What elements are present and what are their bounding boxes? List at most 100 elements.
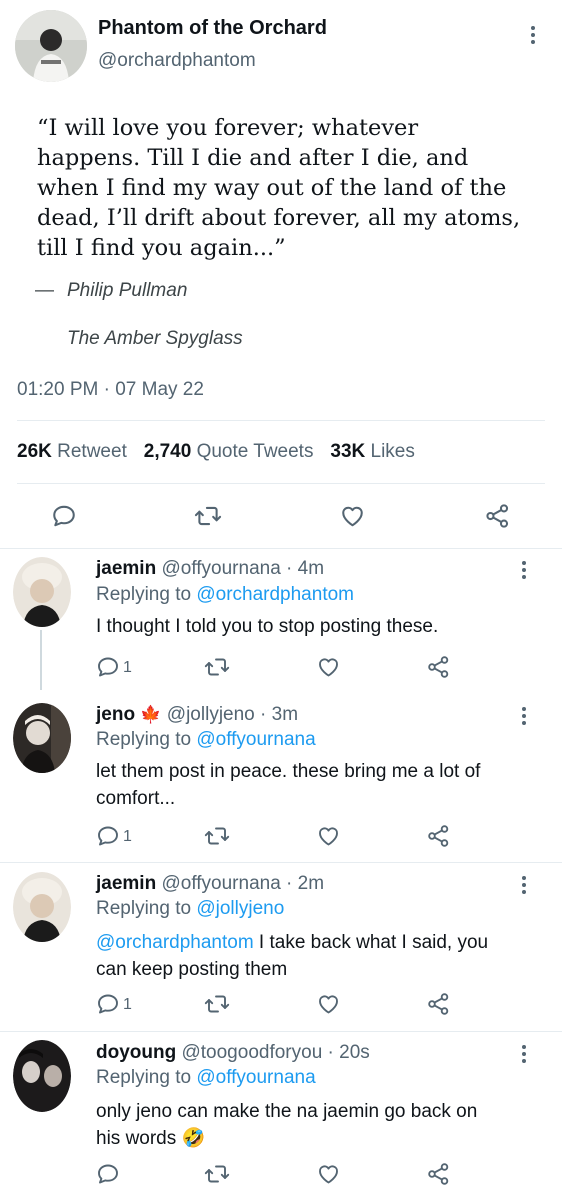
reply-header: jaemin @offyournana · 4m [96, 558, 324, 580]
reply-count: 1 [123, 828, 132, 845]
likes-stat[interactable]: 33K Likes [330, 441, 415, 462]
author-name[interactable]: Phantom of the Orchard [98, 17, 327, 40]
reply-body: @orchardphantom I take back what I said,… [96, 929, 488, 983]
divider [17, 420, 545, 421]
retweet-icon[interactable] [204, 1162, 230, 1191]
reply-body-line: can keep posting them [96, 959, 288, 980]
replying-to-link[interactable]: @offyournana [196, 1067, 315, 1088]
reply-body-line: only jeno can make the na jaemin go back… [96, 1101, 478, 1122]
replying-to: Replying to @offyournana [96, 1067, 316, 1089]
share-icon[interactable] [426, 1162, 451, 1191]
reply-tweet[interactable]: jeno 🍁 @jollyjeno · 3m Replying to @offy… [0, 694, 562, 854]
replying-to: Replying to @orchardphantom [96, 584, 354, 606]
reply-icon[interactable] [96, 655, 120, 684]
reply-tweet[interactable]: doyoung @toogoodforyou · 20s Replying to… [0, 1032, 562, 1200]
retweet-icon[interactable] [194, 503, 222, 534]
reply-handle-time[interactable]: @offyournana · 2m [161, 873, 324, 894]
quotes-label: Quote Tweets [196, 441, 314, 462]
replying-prefix: Replying to [96, 729, 197, 750]
more-vertical-icon[interactable] [521, 707, 527, 725]
replying-prefix: Replying to [96, 898, 197, 919]
replying-prefix: Replying to [96, 1067, 197, 1088]
avatar[interactable] [13, 872, 71, 942]
tweet-timestamp[interactable]: 01:20 PM · 07 May 22 [17, 379, 204, 401]
reply-body-line: I thought I told you to stop posting the… [96, 616, 439, 637]
avatar[interactable] [13, 703, 71, 773]
quote-line: when I find my way out of the land of th… [37, 175, 507, 201]
reply-body: only jeno can make the na jaemin go back… [96, 1098, 477, 1152]
reply-body-line: @orchardphantom I take back what I said,… [96, 929, 488, 956]
quote-author: Philip Pullman [67, 280, 188, 301]
share-icon[interactable] [426, 824, 451, 853]
reply-count: 1 [123, 996, 132, 1013]
reply-icon[interactable] [96, 824, 120, 853]
share-icon[interactable] [426, 655, 451, 684]
heart-icon[interactable] [316, 824, 341, 853]
more-vertical-icon[interactable] [521, 561, 527, 579]
share-icon[interactable] [484, 503, 511, 534]
avatar[interactable] [13, 1040, 71, 1112]
reply-tweet[interactable]: jaemin @offyournana · 2m Replying to @jo… [0, 863, 562, 1023]
quote-line: “I will love you forever; whatever [37, 115, 419, 141]
reply-author-name[interactable]: jaemin [96, 873, 156, 894]
reply-tweet[interactable]: jaemin @offyournana · 4m Replying to @or… [0, 549, 562, 684]
retweet-icon[interactable] [204, 824, 230, 853]
mention-link[interactable]: @orchardphantom [96, 932, 254, 953]
divider [17, 483, 545, 484]
tweet-quote: “I will love you forever; whatever happe… [37, 113, 520, 263]
retweets-count: 26K [17, 441, 52, 462]
reply-action-bar: 1 [96, 992, 466, 1018]
heart-icon[interactable] [316, 655, 341, 684]
reply-icon[interactable] [96, 992, 120, 1021]
more-vertical-icon[interactable] [521, 876, 527, 894]
reply-handle-time[interactable]: @toogoodforyou · 20s [181, 1042, 369, 1063]
quote-line: happens. Till I die and after I die, and [37, 145, 469, 171]
reply-header: jeno 🍁 @jollyjeno · 3m [96, 704, 298, 726]
quotes-stat[interactable]: 2,740 Quote Tweets [144, 441, 314, 462]
quote-dash: — [35, 280, 54, 301]
more-vertical-icon[interactable] [530, 26, 536, 44]
author-avatar[interactable] [15, 10, 87, 82]
retweet-icon[interactable] [204, 655, 230, 684]
heart-icon[interactable] [316, 992, 341, 1021]
quote-line: till I find you again...” [37, 235, 286, 261]
quotes-count: 2,740 [143, 441, 192, 462]
reply-handle-time[interactable]: @offyournana · 4m [161, 558, 324, 579]
quote-line: dead, I’ll drift about forever, all my a… [37, 205, 521, 231]
reply-body-line: let them post in peace. these bring me a… [96, 761, 481, 782]
heart-icon[interactable] [316, 1162, 341, 1191]
reply-action-bar: 1 [96, 824, 466, 850]
replying-to: Replying to @offyournana [96, 729, 316, 751]
reply-header: jaemin @offyournana · 2m [96, 873, 324, 895]
reply-author-name[interactable]: doyoung [96, 1042, 176, 1063]
author-handle[interactable]: @orchardphantom [98, 50, 256, 72]
maple-leaf-icon: 🍁 [140, 705, 162, 724]
likes-count: 33K [330, 441, 366, 462]
reply-icon[interactable] [96, 1162, 120, 1191]
retweet-icon[interactable] [204, 992, 230, 1021]
replying-to-link[interactable]: @offyournana [196, 729, 315, 750]
share-icon[interactable] [426, 992, 451, 1021]
reply-body: let them post in peace. these bring me a… [96, 758, 480, 812]
replying-prefix: Replying to [96, 584, 197, 605]
replying-to-link[interactable]: @jollyjeno [196, 898, 284, 919]
reply-handle-time[interactable]: @jollyjeno · 3m [167, 704, 298, 725]
quote-book: The Amber Spyglass [67, 328, 243, 349]
replying-to-link[interactable]: @orchardphantom [196, 584, 354, 605]
reply-body: I thought I told you to stop posting the… [96, 613, 438, 640]
more-vertical-icon[interactable] [521, 1045, 527, 1063]
heart-icon[interactable] [339, 503, 366, 534]
likes-label: Likes [370, 441, 415, 462]
reply-body-text: I take back what I said, you [253, 932, 489, 953]
reply-author-name[interactable]: jeno [96, 704, 135, 725]
retweets-stat[interactable]: 26K Retweet [17, 441, 127, 462]
retweets-label: Retweet [57, 441, 127, 462]
reply-author-name[interactable]: jaemin [96, 558, 156, 579]
reply-body-line: comfort... [96, 788, 176, 809]
replying-to: Replying to @jollyjeno [96, 898, 284, 920]
reply-count: 1 [123, 659, 132, 676]
reply-icon[interactable] [51, 503, 77, 534]
reply-body-line: his words 🤣 [96, 1128, 206, 1149]
reply-action-bar [96, 1162, 466, 1188]
avatar[interactable] [13, 557, 71, 627]
